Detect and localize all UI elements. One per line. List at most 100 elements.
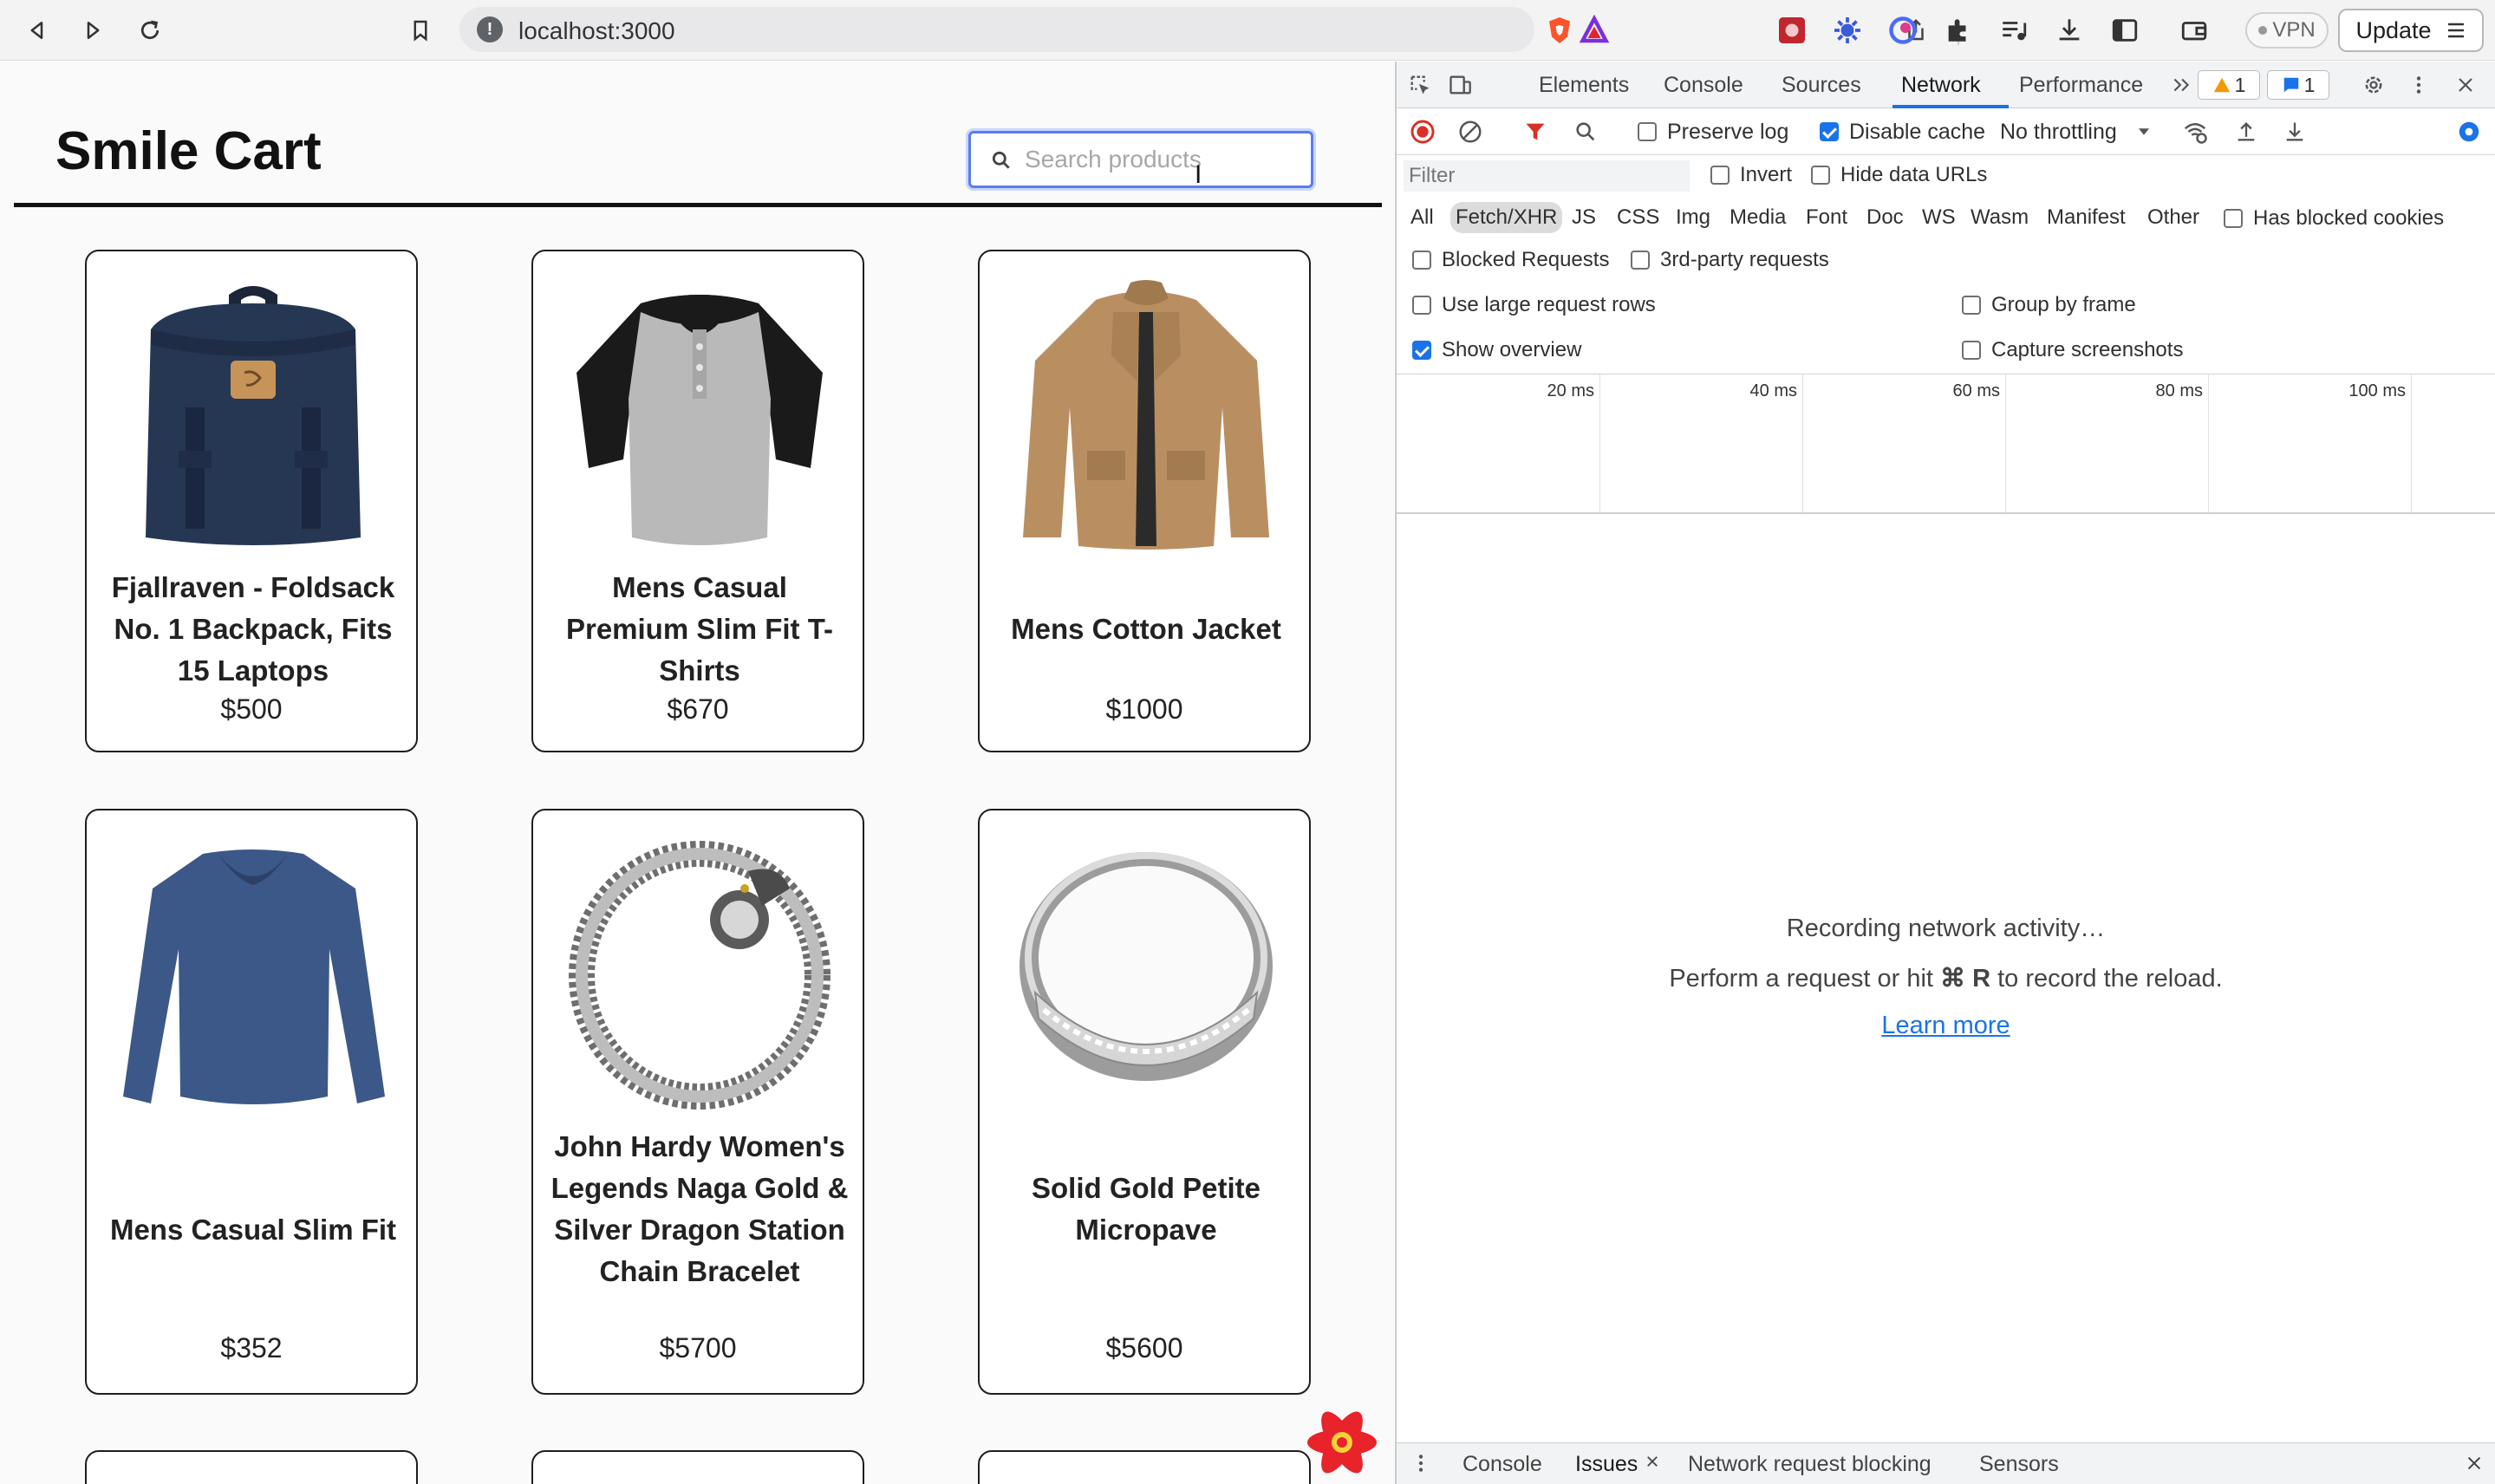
import-har-icon[interactable] bbox=[2234, 119, 2258, 145]
type-other[interactable]: Other bbox=[2142, 202, 2205, 233]
hide-data-urls-toggle[interactable]: Hide data URLs bbox=[1811, 160, 1987, 190]
disable-cache-checkbox[interactable] bbox=[1820, 122, 1839, 141]
hide-data-urls-checkbox[interactable] bbox=[1811, 166, 1830, 185]
learn-more-link[interactable]: Learn more bbox=[1397, 1012, 2495, 1040]
product-card[interactable]: Mens Casual Premium Slim Fit T-Shirts $6… bbox=[531, 250, 864, 752]
tab-performance[interactable]: Performance bbox=[2019, 73, 2143, 98]
type-fetch-xhr[interactable]: Fetch/XHR bbox=[1450, 202, 1563, 233]
group-by-frame-toggle[interactable]: Group by frame bbox=[1962, 290, 2136, 320]
capture-screenshots-checkbox[interactable] bbox=[1962, 341, 1981, 360]
type-wasm[interactable]: Wasm bbox=[1965, 202, 2034, 233]
preserve-log-toggle[interactable]: Preserve log bbox=[1638, 119, 1788, 145]
group-by-frame-checkbox[interactable] bbox=[1962, 296, 1981, 315]
type-manifest[interactable]: Manifest bbox=[2042, 202, 2131, 233]
inspect-element-icon[interactable] bbox=[1405, 70, 1435, 100]
kebab-menu-icon[interactable] bbox=[2404, 70, 2433, 100]
type-all[interactable]: All bbox=[1405, 202, 1439, 233]
search-input[interactable] bbox=[1025, 142, 1302, 177]
network-overview-timeline[interactable]: 20 ms 40 ms 60 ms 80 ms 100 ms bbox=[1397, 374, 2495, 514]
wallet-icon[interactable] bbox=[2178, 14, 2211, 47]
update-button[interactable]: Update bbox=[2338, 9, 2484, 52]
type-ws[interactable]: WS bbox=[1917, 202, 1961, 233]
product-card[interactable] bbox=[85, 1450, 418, 1484]
search-network-icon[interactable] bbox=[1573, 119, 1598, 145]
record-icon[interactable] bbox=[1409, 119, 1436, 145]
network-settings-icon[interactable] bbox=[2456, 119, 2482, 145]
device-toolbar-icon[interactable] bbox=[1445, 70, 1475, 100]
download-icon[interactable] bbox=[2053, 14, 2086, 47]
extension-gear-icon[interactable] bbox=[1831, 14, 1864, 47]
more-tabs-icon[interactable] bbox=[2166, 70, 2196, 100]
media-queue-icon[interactable] bbox=[1997, 14, 2030, 47]
drawer-tab-sensors[interactable]: Sensors bbox=[1979, 1452, 2059, 1477]
url-text[interactable]: localhost:3000 bbox=[518, 17, 675, 45]
filter-input[interactable] bbox=[1404, 160, 1690, 192]
third-party-checkbox[interactable] bbox=[1631, 251, 1650, 270]
vpn-button[interactable]: VPN bbox=[2245, 12, 2329, 49]
filter-funnel-icon[interactable] bbox=[1523, 119, 1547, 145]
preserve-log-checkbox[interactable] bbox=[1638, 122, 1657, 141]
address-bar[interactable]: ! localhost:3000 bbox=[459, 7, 1959, 52]
drawer-tab-request-blocking[interactable]: Network request blocking bbox=[1688, 1452, 1932, 1477]
product-card[interactable]: Mens Cotton Jacket $1000 bbox=[978, 250, 1311, 752]
blocked-cookies-checkbox[interactable] bbox=[2224, 209, 2243, 228]
export-har-icon[interactable] bbox=[2283, 119, 2307, 145]
large-rows-checkbox[interactable] bbox=[1412, 296, 1431, 315]
show-overview-toggle[interactable]: Show overview bbox=[1412, 335, 1581, 365]
show-overview-checkbox[interactable] bbox=[1412, 341, 1431, 360]
reload-icon[interactable] bbox=[130, 10, 170, 50]
product-card[interactable] bbox=[978, 1450, 1311, 1484]
invert-toggle[interactable]: Invert bbox=[1710, 160, 1792, 190]
blocked-requests-toggle[interactable]: Blocked Requests bbox=[1412, 245, 1609, 275]
type-js[interactable]: JS bbox=[1567, 202, 1601, 233]
brave-shield-icon[interactable] bbox=[1543, 14, 1576, 47]
close-devtools-icon[interactable] bbox=[2451, 70, 2480, 100]
site-info-icon[interactable]: ! bbox=[477, 16, 503, 42]
invert-checkbox[interactable] bbox=[1710, 166, 1730, 185]
messages-badge[interactable]: 1 bbox=[2267, 70, 2329, 100]
tab-elements[interactable]: Elements bbox=[1539, 73, 1629, 98]
type-doc[interactable]: Doc bbox=[1861, 202, 1909, 233]
brave-rewards-icon[interactable] bbox=[1578, 14, 1611, 47]
drawer-tab-issues[interactable]: Issues bbox=[1575, 1452, 1638, 1477]
group-by-frame-label: Group by frame bbox=[1991, 293, 2136, 316]
tab-console[interactable]: Console bbox=[1664, 73, 1743, 98]
bookmark-icon[interactable] bbox=[401, 10, 440, 50]
type-img[interactable]: Img bbox=[1671, 202, 1716, 233]
product-card[interactable]: Fjallraven - Foldsack No. 1 Backpack, Fi… bbox=[85, 250, 418, 752]
clear-icon[interactable] bbox=[1457, 119, 1483, 145]
product-card[interactable]: John Hardy Women's Legends Naga Gold & S… bbox=[531, 809, 864, 1395]
forward-icon[interactable] bbox=[73, 10, 113, 50]
close-issues-tab-icon[interactable] bbox=[1645, 1450, 1660, 1475]
type-media[interactable]: Media bbox=[1724, 202, 1791, 233]
back-icon[interactable] bbox=[17, 10, 57, 50]
product-price: $670 bbox=[667, 693, 729, 725]
product-card[interactable] bbox=[531, 1450, 864, 1484]
drawer-tab-console[interactable]: Console bbox=[1462, 1452, 1542, 1477]
product-card[interactable]: Mens Casual Slim Fit $352 bbox=[85, 809, 418, 1395]
react-devtools-icon[interactable] bbox=[1306, 1406, 1378, 1479]
close-drawer-icon[interactable] bbox=[2465, 1454, 2484, 1479]
tab-sources[interactable]: Sources bbox=[1782, 73, 1861, 98]
product-name: Mens Casual Slim Fit bbox=[109, 1214, 397, 1246]
disable-cache-toggle[interactable]: Disable cache bbox=[1820, 119, 1985, 145]
type-font[interactable]: Font bbox=[1801, 202, 1853, 233]
warnings-badge[interactable]: 1 bbox=[2198, 70, 2260, 100]
type-css[interactable]: CSS bbox=[1612, 202, 1664, 233]
extension-red-icon[interactable] bbox=[1775, 14, 1808, 47]
blocked-requests-checkbox[interactable] bbox=[1412, 251, 1431, 270]
third-party-toggle[interactable]: 3rd-party requests bbox=[1631, 245, 1829, 275]
large-rows-toggle[interactable]: Use large request rows bbox=[1412, 290, 1656, 320]
tab-network[interactable]: Network bbox=[1901, 73, 1981, 98]
extensions-puzzle-icon[interactable] bbox=[1942, 14, 1975, 47]
drawer-menu-icon[interactable] bbox=[1416, 1452, 1426, 1481]
capture-screenshots-toggle[interactable]: Capture screenshots bbox=[1962, 335, 2183, 365]
extension-color-icon[interactable] bbox=[1886, 14, 1919, 47]
blocked-cookies-toggle[interactable]: Has blocked cookies bbox=[2224, 204, 2444, 233]
search-box[interactable] bbox=[968, 131, 1313, 188]
sidebar-icon[interactable] bbox=[2108, 14, 2141, 47]
settings-gear-icon[interactable] bbox=[2359, 70, 2388, 100]
throttling-select[interactable]: No throttling bbox=[2000, 119, 2152, 145]
network-conditions-icon[interactable] bbox=[2182, 119, 2208, 145]
product-card[interactable]: Solid Gold Petite Micropave $5600 bbox=[978, 809, 1311, 1395]
